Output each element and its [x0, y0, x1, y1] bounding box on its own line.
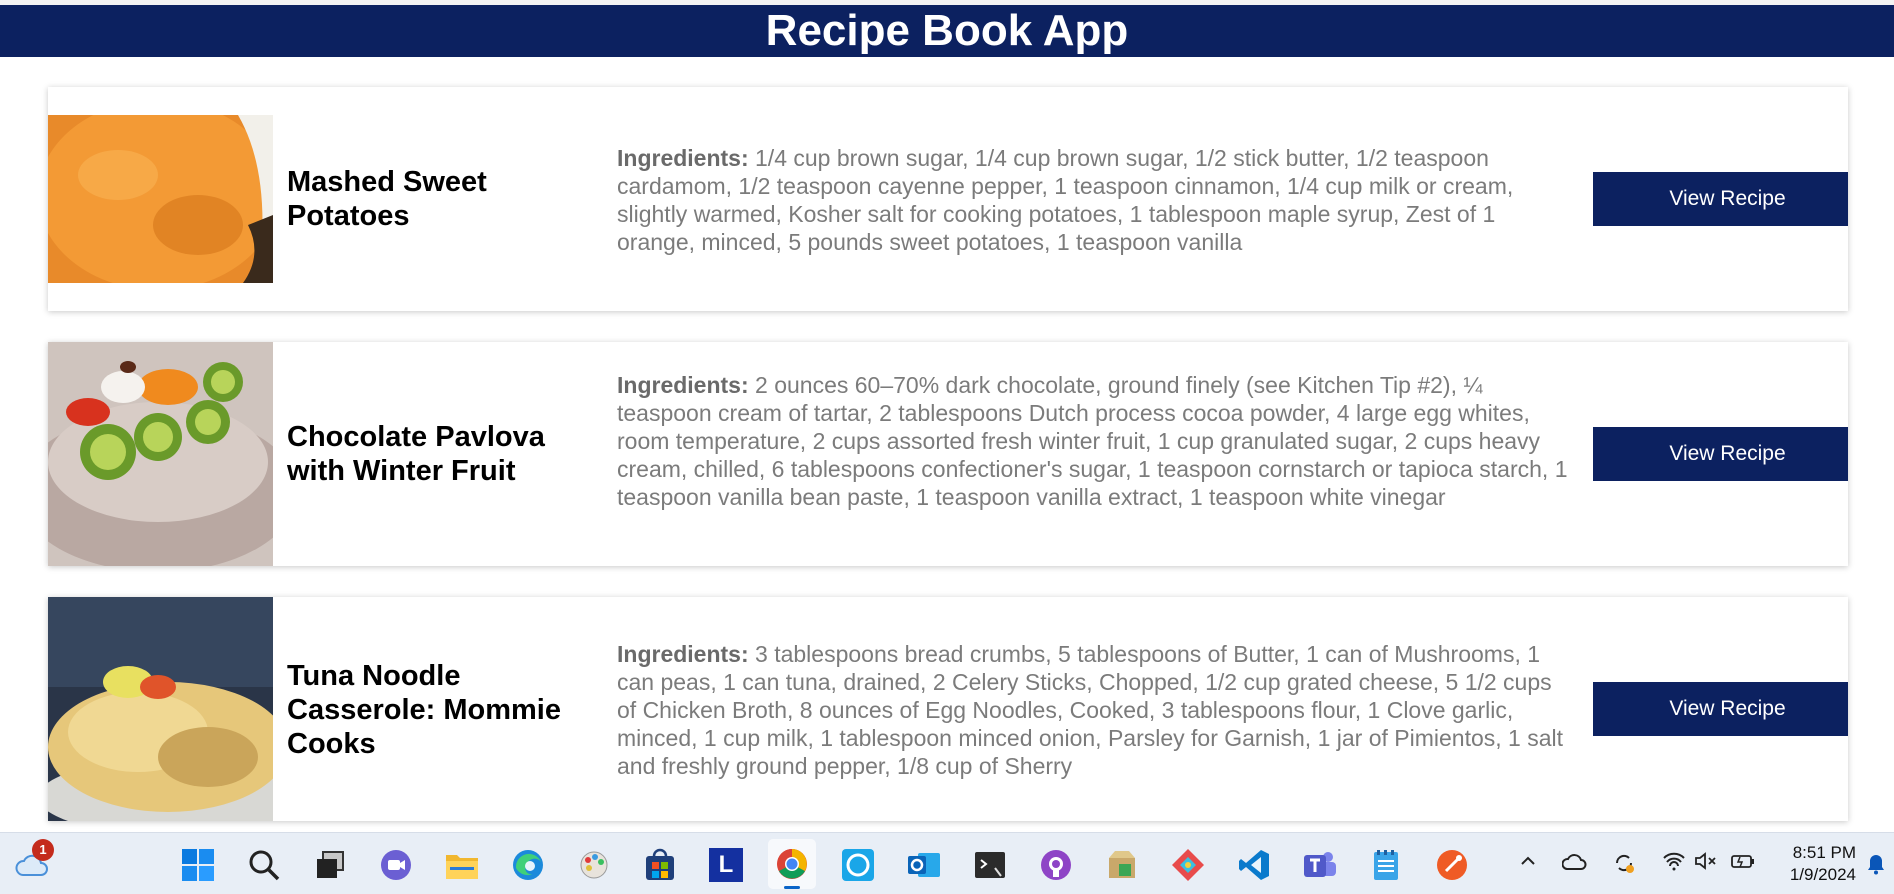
recipe-image: [48, 342, 273, 566]
app-title: Recipe Book App: [765, 6, 1129, 55]
view-recipe-button[interactable]: View Recipe: [1593, 682, 1848, 736]
recipe-title: Mashed Sweet Potatoes: [287, 166, 487, 232]
teams-icon[interactable]: [1302, 847, 1338, 883]
meet-icon[interactable]: [378, 847, 414, 883]
file-explorer-icon[interactable]: [444, 847, 480, 883]
ingredients-label: Ingredients:: [617, 641, 749, 667]
recipe-image: [48, 597, 273, 821]
ingredients-text: 1/4 cup brown sugar, 1/4 cup brown sugar…: [617, 145, 1514, 255]
taskbar: 1 L 8:51 PM 1/9/2024: [0, 832, 1894, 894]
recipe-ingredients: Ingredients: 1/4 cup brown sugar, 1/4 cu…: [617, 144, 1577, 256]
recipe-card: Tuna Noodle Casserole: Mommie Cooks Ingr…: [48, 597, 1848, 821]
sync-icon[interactable]: [1612, 851, 1636, 881]
outlook-icon[interactable]: [906, 847, 942, 883]
git-icon[interactable]: [1170, 847, 1206, 883]
notification-badge: 1: [32, 839, 54, 861]
browser-page: Recipe Book App Mashed Sweet Potatoes In…: [0, 0, 1894, 832]
notepad-icon[interactable]: [1368, 847, 1404, 883]
onedrive-icon[interactable]: [1561, 851, 1588, 879]
store-icon[interactable]: [642, 847, 678, 883]
ingredients-text: 2 ounces 60–70% dark chocolate, ground f…: [617, 372, 1568, 510]
ingredients-text: 3 tablespoons bread crumbs, 5 tablespoon…: [617, 641, 1564, 779]
recipe-ingredients: Ingredients: 2 ounces 60–70% dark chocol…: [617, 371, 1577, 511]
l-app-letter: L: [709, 848, 743, 882]
recipe-ingredients: Ingredients: 3 tablespoons bread crumbs,…: [617, 640, 1577, 780]
clock-date: 1/9/2024: [1789, 865, 1856, 884]
ingredients-label: Ingredients:: [617, 372, 749, 398]
app-header: Recipe Book App: [0, 5, 1894, 57]
recipe-card: Chocolate Pavlova with Winter Fruit Ingr…: [48, 342, 1848, 566]
battery-icon[interactable]: [1730, 851, 1756, 877]
paint-icon[interactable]: [576, 847, 612, 883]
notification-bell-icon[interactable]: [1866, 853, 1886, 881]
windows-start-icon[interactable]: [180, 847, 216, 883]
speaker-muted-icon[interactable]: [1694, 851, 1718, 877]
github-icon[interactable]: [1038, 847, 1074, 883]
search-icon[interactable]: [246, 847, 282, 883]
weather-icon[interactable]: 1: [14, 839, 54, 883]
edge-icon[interactable]: [510, 847, 546, 883]
chevron-up-icon[interactable]: [1518, 851, 1538, 877]
recipe-title: Tuna Noodle Casserole: Mommie Cooks: [287, 660, 561, 760]
recipe-card: Mashed Sweet Potatoes Ingredients: 1/4 c…: [48, 87, 1848, 311]
postman-icon[interactable]: [1434, 847, 1470, 883]
recipe-image: [48, 115, 273, 283]
l-app-icon[interactable]: L: [708, 847, 744, 883]
view-recipe-button[interactable]: View Recipe: [1593, 172, 1848, 226]
system-clock[interactable]: 8:51 PM 1/9/2024: [1790, 842, 1856, 886]
wifi-icon[interactable]: [1662, 851, 1686, 877]
task-view-icon[interactable]: [312, 847, 348, 883]
ingredients-label: Ingredients:: [617, 145, 749, 171]
chrome-icon[interactable]: [768, 839, 816, 889]
archive-icon[interactable]: [1104, 847, 1140, 883]
terminal-icon[interactable]: [972, 847, 1008, 883]
recipe-title: Chocolate Pavlova with Winter Fruit: [287, 421, 545, 487]
view-recipe-button[interactable]: View Recipe: [1593, 427, 1848, 481]
vscode-icon[interactable]: [1236, 847, 1272, 883]
clock-time: 8:51 PM: [1792, 843, 1856, 862]
alexa-icon[interactable]: [840, 847, 876, 883]
